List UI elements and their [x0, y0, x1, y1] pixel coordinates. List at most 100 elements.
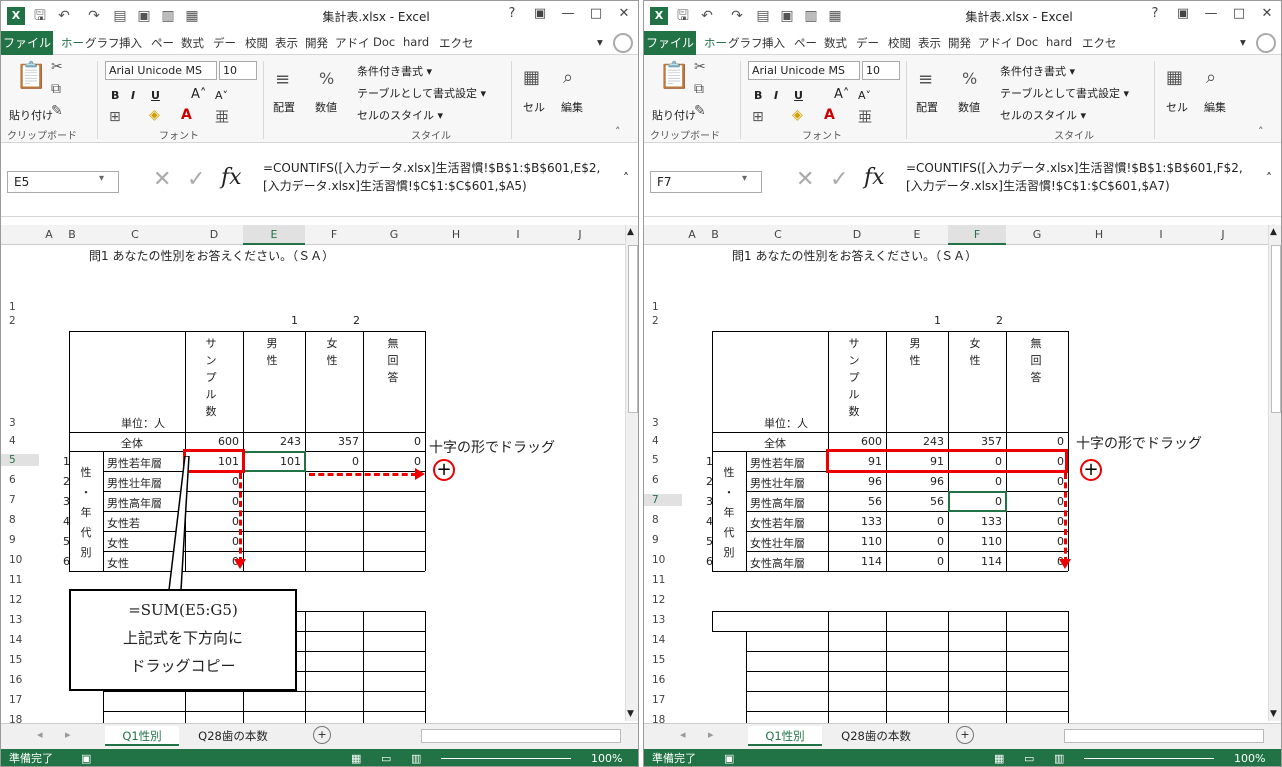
- fill-color-icon[interactable]: ◈: [149, 107, 160, 123]
- col-header-i[interactable]: I: [1130, 225, 1192, 245]
- redo-icon[interactable]: ↷: [728, 7, 746, 25]
- scroll-thumb[interactable]: [1271, 245, 1281, 413]
- value-cell[interactable]: 114: [830, 555, 882, 568]
- active-cell-f7[interactable]: [948, 491, 1007, 512]
- fill-color-icon[interactable]: ◈: [792, 107, 803, 123]
- cancel-icon[interactable]: ✕: [153, 167, 171, 192]
- add-sheet-icon[interactable]: +: [313, 726, 331, 744]
- row-header[interactable]: 8: [652, 514, 659, 526]
- zoom-slider[interactable]: [1084, 758, 1214, 759]
- tab-page[interactable]: ペー: [794, 35, 817, 51]
- quick-print-icon[interactable]: ▣: [135, 7, 153, 25]
- value-cell[interactable]: 110: [950, 535, 1002, 548]
- row-header[interactable]: 9: [652, 534, 659, 546]
- row-header[interactable]: 15: [9, 654, 22, 666]
- maximize-button[interactable]: □: [1228, 6, 1250, 21]
- table-format-button[interactable]: テーブルとして書式設定 ▾: [1000, 85, 1129, 101]
- tab-hard[interactable]: hard: [403, 35, 429, 49]
- sheet-tab-q28[interactable]: Q28歯の本数: [828, 726, 924, 746]
- col-header-i[interactable]: I: [487, 225, 549, 245]
- formula-input[interactable]: =COUNTIFS([入力データ.xlsx]生活習慣!$B$1:$B$601,F…: [906, 159, 1261, 195]
- phonetic-icon[interactable]: 亜: [858, 107, 872, 127]
- row-header[interactable]: 4: [9, 435, 16, 447]
- tab-view[interactable]: 表示: [918, 35, 941, 51]
- page-layout-icon[interactable]: ▭: [381, 749, 391, 766]
- row-header[interactable]: 11: [9, 574, 22, 586]
- value-cell[interactable]: 114: [950, 555, 1002, 568]
- col-header-a[interactable]: A: [682, 225, 702, 245]
- value-cell[interactable]: 133: [950, 515, 1002, 528]
- close-button[interactable]: ✕: [1256, 6, 1278, 21]
- row-header[interactable]: 9: [9, 534, 16, 546]
- col-header-c[interactable]: C: [728, 225, 828, 245]
- row-header[interactable]: 12: [652, 594, 665, 606]
- tab-insert[interactable]: 挿入: [119, 35, 142, 51]
- row-header-selected[interactable]: 7: [644, 494, 682, 506]
- vertical-scrollbar[interactable]: ▲ ▼: [625, 225, 638, 721]
- bold-button[interactable]: B: [754, 89, 762, 102]
- function-icon[interactable]: fx: [864, 165, 885, 190]
- cells-button[interactable]: セル: [523, 99, 545, 115]
- tab-file[interactable]: ファイル: [1, 31, 53, 55]
- col-header-e[interactable]: E: [886, 225, 948, 245]
- value-cell[interactable]: 56: [830, 495, 882, 508]
- sheet-next-icon[interactable]: ▸: [65, 728, 71, 741]
- italic-button[interactable]: I: [774, 89, 778, 102]
- value-cell[interactable]: 133: [830, 515, 882, 528]
- tab-formula[interactable]: 数式: [824, 35, 847, 51]
- paste-icon[interactable]: 📋: [658, 61, 690, 91]
- page-icon[interactable]: ▥: [159, 7, 177, 25]
- print-preview-icon[interactable]: ▤: [754, 7, 772, 25]
- row-header[interactable]: 11: [652, 574, 665, 586]
- col-header-e[interactable]: E: [243, 225, 305, 245]
- sheet-prev-icon[interactable]: ◂: [680, 728, 686, 741]
- value-cell[interactable]: 0: [1008, 495, 1064, 508]
- sheet-tab-q1[interactable]: Q1性別: [748, 726, 822, 746]
- phonetic-icon[interactable]: 亜: [215, 107, 229, 127]
- cells-icon[interactable]: ▦: [523, 67, 540, 88]
- conditional-format-button[interactable]: 条件付き書式 ▾: [1000, 63, 1075, 79]
- row-header[interactable]: 13: [9, 614, 22, 626]
- horizontal-scrollbar[interactable]: [421, 729, 621, 743]
- col-header-j[interactable]: J: [1192, 225, 1254, 245]
- percent-icon[interactable]: %: [319, 69, 334, 88]
- value-cell[interactable]: 56: [888, 495, 944, 508]
- tab-home[interactable]: ホー: [704, 35, 727, 51]
- vertical-scrollbar[interactable]: ▲ ▼: [1268, 225, 1281, 721]
- col-header-b[interactable]: B: [59, 225, 85, 245]
- page-break-icon[interactable]: ▥: [1054, 749, 1064, 766]
- formula-input[interactable]: =COUNTIFS([入力データ.xlsx]生活習慣!$B$1:$B$601,E…: [263, 159, 618, 195]
- zoom-level[interactable]: 100%: [591, 749, 622, 766]
- value-cell[interactable]: 0: [888, 555, 944, 568]
- active-cell-e5[interactable]: [243, 451, 306, 472]
- collapse-ribbon-icon[interactable]: ˄: [1258, 125, 1264, 138]
- value-cell[interactable]: 0: [1008, 555, 1064, 568]
- macro-record-icon[interactable]: ▣: [724, 749, 734, 766]
- col-header-j[interactable]: J: [549, 225, 611, 245]
- help-button[interactable]: ?: [501, 6, 523, 21]
- cell-style-button[interactable]: セルのスタイル ▾: [357, 107, 443, 123]
- cut-icon[interactable]: ✂: [51, 59, 63, 75]
- table-format-button[interactable]: テーブルとして書式設定 ▾: [357, 85, 486, 101]
- value-cell[interactable]: 0: [888, 535, 944, 548]
- name-box-dropdown-icon[interactable]: ▾: [742, 173, 747, 184]
- row-header[interactable]: 3: [652, 417, 659, 429]
- font-name-select[interactable]: Arial Unicode MS: [748, 61, 860, 80]
- value-cell[interactable]: 0: [888, 515, 944, 528]
- paste-icon[interactable]: 📋: [15, 61, 47, 91]
- decrease-font-icon[interactable]: A˅: [858, 89, 871, 102]
- tab-file[interactable]: ファイル: [644, 31, 696, 55]
- edit-button[interactable]: 編集: [1204, 99, 1226, 115]
- percent-icon[interactable]: %: [962, 69, 977, 88]
- undo-icon[interactable]: ↶: [698, 7, 716, 25]
- minimize-button[interactable]: —: [557, 6, 579, 21]
- page-icon[interactable]: ▥: [802, 7, 820, 25]
- row-header[interactable]: 15: [652, 654, 665, 666]
- page-layout-icon[interactable]: ▭: [1024, 749, 1034, 766]
- sheet-prev-icon[interactable]: ◂: [37, 728, 43, 741]
- font-size-select[interactable]: 10: [862, 61, 900, 80]
- col-header-h[interactable]: H: [1068, 225, 1130, 245]
- maximize-button[interactable]: □: [585, 6, 607, 21]
- bold-button[interactable]: B: [111, 89, 119, 102]
- tab-review[interactable]: 校閲: [888, 35, 911, 51]
